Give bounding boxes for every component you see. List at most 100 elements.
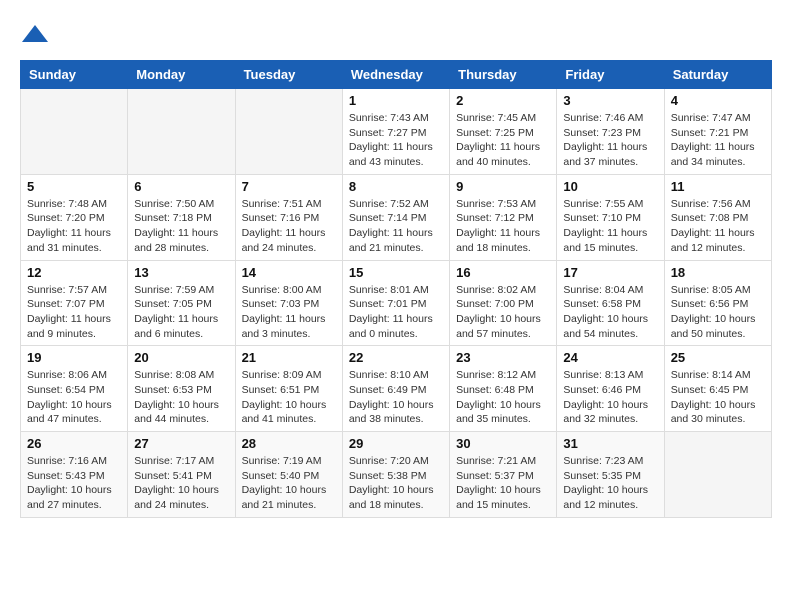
day-number: 21 <box>242 350 336 365</box>
calendar-day-cell <box>21 89 128 175</box>
calendar-day-cell: 19Sunrise: 8:06 AM Sunset: 6:54 PM Dayli… <box>21 346 128 432</box>
calendar-day-cell: 11 Sunrise: 7:56 AM Sunset: 7:08 PM Dayli… <box>664 174 771 260</box>
calendar-day-cell: 26Sunrise: 7:16 AM Sunset: 5:43 PM Dayli… <box>21 432 128 518</box>
day-number: 6 <box>134 179 228 194</box>
day-number: 27 <box>134 436 228 451</box>
day-number: 1 <box>349 93 443 108</box>
calendar-header-row: SundayMondayTuesdayWednesdayThursdayFrid… <box>21 61 772 89</box>
calendar-day-cell: 9Sunrise: 7:53 AM Sunset: 7:12 PM Daylig… <box>450 174 557 260</box>
page-header <box>20 20 772 50</box>
day-info: Sunrise: 7:55 AM Sunset: 7:10 PM Dayligh… <box>563 197 657 256</box>
day-number: 24 <box>563 350 657 365</box>
day-number: 16 <box>456 265 550 280</box>
calendar-day-cell: 3Sunrise: 7:46 AM Sunset: 7:23 PM Daylig… <box>557 89 664 175</box>
day-number: 13 <box>134 265 228 280</box>
calendar-week-row: 1 Sunrise: 7:43 AM Sunset: 7:27 PM Daylig… <box>21 89 772 175</box>
day-info: Sunrise: 7:52 AM Sunset: 7:14 PM Dayligh… <box>349 197 443 256</box>
day-info: Sunrise: 7:59 AM Sunset: 7:05 PM Dayligh… <box>134 283 228 342</box>
calendar-day-cell: 29 Sunrise: 7:20 AM Sunset: 5:38 PM Dayli… <box>342 432 449 518</box>
day-info: Sunrise: 7:56 AM Sunset: 7:08 PM Dayligh… <box>671 197 765 256</box>
day-header-wednesday: Wednesday <box>342 61 449 89</box>
day-info: Sunrise: 8:01 AM Sunset: 7:01 PM Dayligh… <box>349 283 443 342</box>
day-info: Sunrise: 7:50 AM Sunset: 7:18 PM Dayligh… <box>134 197 228 256</box>
day-info: Sunrise: 8:02 AM Sunset: 7:00 PM Dayligh… <box>456 283 550 342</box>
day-number: 25 <box>671 350 765 365</box>
day-info: Sunrise: 7:19 AM Sunset: 5:40 PM Dayligh… <box>242 454 336 513</box>
calendar-day-cell: 23 Sunrise: 8:12 AM Sunset: 6:48 PM Dayli… <box>450 346 557 432</box>
calendar-day-cell: 25 Sunrise: 8:14 AM Sunset: 6:45 PM Dayli… <box>664 346 771 432</box>
day-header-thursday: Thursday <box>450 61 557 89</box>
calendar-day-cell: 1 Sunrise: 7:43 AM Sunset: 7:27 PM Daylig… <box>342 89 449 175</box>
calendar-day-cell: 8 Sunrise: 7:52 AM Sunset: 7:14 PM Daylig… <box>342 174 449 260</box>
day-number: 11 <box>671 179 765 194</box>
calendar-day-cell: 17 Sunrise: 8:04 AM Sunset: 6:58 PM Dayli… <box>557 260 664 346</box>
calendar-day-cell: 27 Sunrise: 7:17 AM Sunset: 5:41 PM Dayli… <box>128 432 235 518</box>
calendar-week-row: 26Sunrise: 7:16 AM Sunset: 5:43 PM Dayli… <box>21 432 772 518</box>
calendar-week-row: 5Sunrise: 7:48 AM Sunset: 7:20 PM Daylig… <box>21 174 772 260</box>
day-number: 18 <box>671 265 765 280</box>
day-info: Sunrise: 7:23 AM Sunset: 5:35 PM Dayligh… <box>563 454 657 513</box>
day-info: Sunrise: 8:12 AM Sunset: 6:48 PM Dayligh… <box>456 368 550 427</box>
day-info: Sunrise: 7:51 AM Sunset: 7:16 PM Dayligh… <box>242 197 336 256</box>
day-number: 12 <box>27 265 121 280</box>
day-number: 15 <box>349 265 443 280</box>
day-info: Sunrise: 8:08 AM Sunset: 6:53 PM Dayligh… <box>134 368 228 427</box>
day-info: Sunrise: 8:05 AM Sunset: 6:56 PM Dayligh… <box>671 283 765 342</box>
day-number: 10 <box>563 179 657 194</box>
day-header-saturday: Saturday <box>664 61 771 89</box>
day-number: 19 <box>27 350 121 365</box>
calendar-day-cell: 4 Sunrise: 7:47 AM Sunset: 7:21 PM Daylig… <box>664 89 771 175</box>
day-header-friday: Friday <box>557 61 664 89</box>
day-number: 7 <box>242 179 336 194</box>
day-header-tuesday: Tuesday <box>235 61 342 89</box>
calendar-day-cell: 31 Sunrise: 7:23 AM Sunset: 5:35 PM Dayli… <box>557 432 664 518</box>
calendar-day-cell: 24 Sunrise: 8:13 AM Sunset: 6:46 PM Dayli… <box>557 346 664 432</box>
calendar-day-cell: 5Sunrise: 7:48 AM Sunset: 7:20 PM Daylig… <box>21 174 128 260</box>
day-number: 30 <box>456 436 550 451</box>
day-number: 26 <box>27 436 121 451</box>
calendar-day-cell: 21Sunrise: 8:09 AM Sunset: 6:51 PM Dayli… <box>235 346 342 432</box>
day-number: 17 <box>563 265 657 280</box>
day-info: Sunrise: 7:47 AM Sunset: 7:21 PM Dayligh… <box>671 111 765 170</box>
day-number: 23 <box>456 350 550 365</box>
calendar-day-cell: 18 Sunrise: 8:05 AM Sunset: 6:56 PM Dayli… <box>664 260 771 346</box>
day-info: Sunrise: 8:04 AM Sunset: 6:58 PM Dayligh… <box>563 283 657 342</box>
day-info: Sunrise: 7:20 AM Sunset: 5:38 PM Dayligh… <box>349 454 443 513</box>
day-info: Sunrise: 8:00 AM Sunset: 7:03 PM Dayligh… <box>242 283 336 342</box>
day-info: Sunrise: 7:48 AM Sunset: 7:20 PM Dayligh… <box>27 197 121 256</box>
calendar-day-cell: 2Sunrise: 7:45 AM Sunset: 7:25 PM Daylig… <box>450 89 557 175</box>
day-info: Sunrise: 7:46 AM Sunset: 7:23 PM Dayligh… <box>563 111 657 170</box>
day-info: Sunrise: 8:14 AM Sunset: 6:45 PM Dayligh… <box>671 368 765 427</box>
day-header-sunday: Sunday <box>21 61 128 89</box>
calendar-day-cell: 16 Sunrise: 8:02 AM Sunset: 7:00 PM Dayli… <box>450 260 557 346</box>
calendar-day-cell <box>128 89 235 175</box>
calendar-table: SundayMondayTuesdayWednesdayThursdayFrid… <box>20 60 772 518</box>
day-info: Sunrise: 7:21 AM Sunset: 5:37 PM Dayligh… <box>456 454 550 513</box>
day-number: 9 <box>456 179 550 194</box>
calendar-week-row: 19Sunrise: 8:06 AM Sunset: 6:54 PM Dayli… <box>21 346 772 432</box>
day-number: 14 <box>242 265 336 280</box>
calendar-day-cell: 20 Sunrise: 8:08 AM Sunset: 6:53 PM Dayli… <box>128 346 235 432</box>
day-number: 29 <box>349 436 443 451</box>
calendar-day-cell: 10 Sunrise: 7:55 AM Sunset: 7:10 PM Dayli… <box>557 174 664 260</box>
calendar-day-cell <box>235 89 342 175</box>
day-info: Sunrise: 7:45 AM Sunset: 7:25 PM Dayligh… <box>456 111 550 170</box>
day-info: Sunrise: 7:17 AM Sunset: 5:41 PM Dayligh… <box>134 454 228 513</box>
day-number: 28 <box>242 436 336 451</box>
day-info: Sunrise: 8:13 AM Sunset: 6:46 PM Dayligh… <box>563 368 657 427</box>
calendar-day-cell: 13 Sunrise: 7:59 AM Sunset: 7:05 PM Dayli… <box>128 260 235 346</box>
day-number: 8 <box>349 179 443 194</box>
day-number: 20 <box>134 350 228 365</box>
day-info: Sunrise: 8:10 AM Sunset: 6:49 PM Dayligh… <box>349 368 443 427</box>
day-number: 31 <box>563 436 657 451</box>
calendar-day-cell: 15 Sunrise: 8:01 AM Sunset: 7:01 PM Dayli… <box>342 260 449 346</box>
calendar-day-cell: 28 Sunrise: 7:19 AM Sunset: 5:40 PM Dayli… <box>235 432 342 518</box>
day-info: Sunrise: 7:43 AM Sunset: 7:27 PM Dayligh… <box>349 111 443 170</box>
logo <box>20 20 54 50</box>
calendar-week-row: 12Sunrise: 7:57 AM Sunset: 7:07 PM Dayli… <box>21 260 772 346</box>
calendar-day-cell: 12Sunrise: 7:57 AM Sunset: 7:07 PM Dayli… <box>21 260 128 346</box>
day-number: 22 <box>349 350 443 365</box>
calendar-day-cell: 7 Sunrise: 7:51 AM Sunset: 7:16 PM Daylig… <box>235 174 342 260</box>
day-number: 4 <box>671 93 765 108</box>
day-header-monday: Monday <box>128 61 235 89</box>
